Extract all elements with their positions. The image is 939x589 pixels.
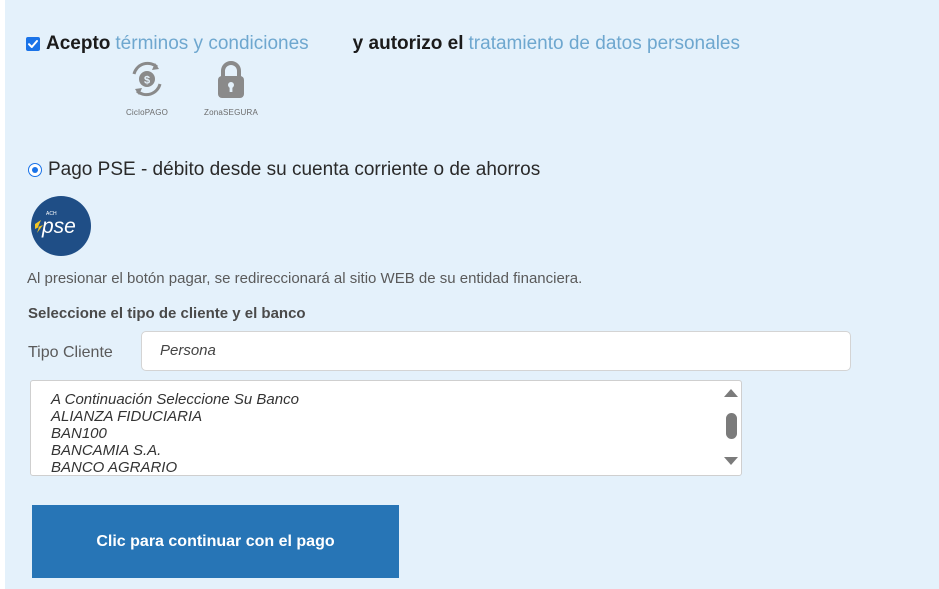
ciclopago-badge: $ CicloPAGO	[117, 58, 177, 117]
cycle-payment-icon: $	[132, 61, 162, 97]
terms-row: Acepto términos y condiciones y autorizo…	[26, 33, 740, 55]
continue-payment-button[interactable]: Clic para continuar con el pago	[32, 505, 399, 578]
bank-listbox[interactable]: A Continuación Seleccione Su Banco ALIAN…	[30, 380, 742, 476]
checkmark-icon	[28, 40, 38, 48]
bank-options: A Continuación Seleccione Su Banco ALIAN…	[51, 391, 299, 475]
client-type-select[interactable]: Persona	[141, 331, 851, 371]
padlock-icon	[218, 61, 244, 98]
data-treatment-link[interactable]: tratamiento de datos personales	[469, 33, 740, 55]
authorize-label: y autorizo el	[352, 33, 464, 54]
listbox-scrollbar[interactable]	[721, 381, 741, 475]
accept-label: Acepto	[46, 33, 111, 54]
pse-logo-icon: ACH pse	[35, 211, 76, 238]
pse-logo: ACH pse	[31, 196, 91, 256]
redirect-info-text: Al presionar el botón pagar, se redirecc…	[27, 270, 583, 287]
pse-radio[interactable]	[28, 163, 42, 177]
bank-option[interactable]: BANCAMIA S.A.	[51, 442, 299, 459]
zonasegura-caption: ZonaSEGURA	[203, 108, 259, 117]
bank-option[interactable]: BANCO AGRARIO	[51, 459, 299, 475]
section-title: Seleccione el tipo de cliente y el banco	[28, 305, 306, 322]
pse-payment-option[interactable]: Pago PSE - débito desde su cuenta corrie…	[28, 159, 540, 181]
bank-option[interactable]: ALIANZA FIDUCIARIA	[51, 408, 299, 425]
bank-option[interactable]: A Continuación Seleccione Su Banco	[51, 391, 299, 408]
client-type-label: Tipo Cliente	[28, 344, 113, 361]
pse-option-label: Pago PSE - débito desde su cuenta corrie…	[48, 159, 541, 180]
svg-text:$: $	[144, 75, 150, 87]
scroll-down-icon[interactable]	[724, 457, 738, 465]
ciclopago-caption: CicloPAGO	[125, 108, 169, 117]
scroll-thumb[interactable]	[726, 413, 737, 439]
zonasegura-badge: ZonaSEGURA	[201, 58, 261, 117]
bank-option[interactable]: BAN100	[51, 425, 299, 442]
terms-checkbox[interactable]	[26, 37, 40, 51]
scroll-up-icon[interactable]	[724, 389, 738, 397]
terms-link[interactable]: términos y condiciones	[115, 33, 308, 55]
pse-logo-text: pse	[41, 215, 76, 238]
